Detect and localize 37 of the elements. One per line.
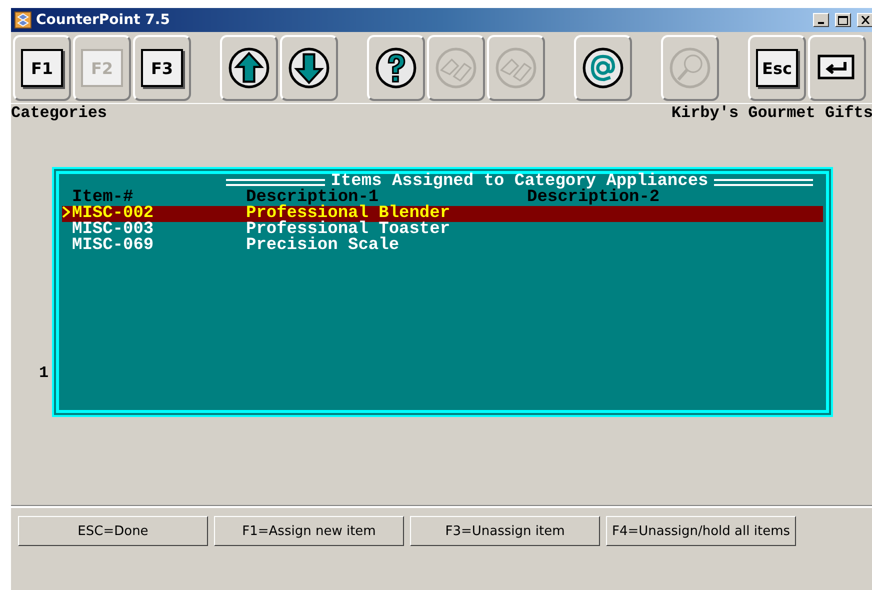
search-icon	[669, 47, 711, 89]
key-button[interactable]: Esc	[748, 35, 806, 101]
at-sign-icon	[582, 47, 624, 89]
maximize-button[interactable]	[835, 13, 851, 27]
maximize-icon	[838, 16, 848, 24]
minimize-button[interactable]	[813, 13, 829, 27]
table-cell-text: MISC-069	[72, 238, 155, 254]
table-cell-text: Professional Toaster	[246, 222, 452, 238]
table-cell-text: Precision Scale	[246, 238, 400, 254]
page-number: 1	[39, 364, 50, 382]
key-button[interactable]: F1	[13, 35, 71, 101]
panel-title: Items Assigned to Category Appliances	[330, 174, 708, 190]
action-button[interactable]: F3=Unassign item	[410, 516, 600, 546]
column-header: Description-1	[246, 190, 380, 206]
column-header: Item-#	[72, 190, 134, 206]
close-button[interactable]	[857, 13, 872, 27]
toolbar-button[interactable]	[220, 35, 278, 101]
key-button[interactable]: F3	[133, 35, 191, 101]
toolbar-button[interactable]	[808, 35, 866, 101]
help-icon	[375, 47, 417, 89]
toolbar-button[interactable]	[280, 35, 338, 101]
action-button[interactable]: F1=Assign new item	[214, 516, 404, 546]
toolbar-button[interactable]	[367, 35, 425, 101]
action-button[interactable]: ESC=Done	[18, 516, 208, 546]
close-icon	[860, 16, 870, 24]
screen-title: Categories	[11, 105, 108, 121]
action-button[interactable]: F4=Unassign/hold all items	[606, 516, 796, 546]
app-icon	[14, 11, 32, 29]
company-name: Kirby's Gourmet Gifts	[671, 105, 872, 121]
toolbar-button[interactable]	[574, 35, 632, 101]
table-cell-text: MISC-002	[72, 206, 155, 223]
item-row[interactable]: MISC-069 Precision Scale	[62, 238, 823, 254]
window-title: CounterPoint 7.5	[36, 12, 171, 28]
column-header: Description-2	[527, 190, 660, 206]
table-cell-text: MISC-003	[72, 222, 155, 238]
item-row[interactable]: MISC-003 Professional Toaster	[62, 222, 823, 238]
enter-key-icon	[817, 54, 857, 82]
